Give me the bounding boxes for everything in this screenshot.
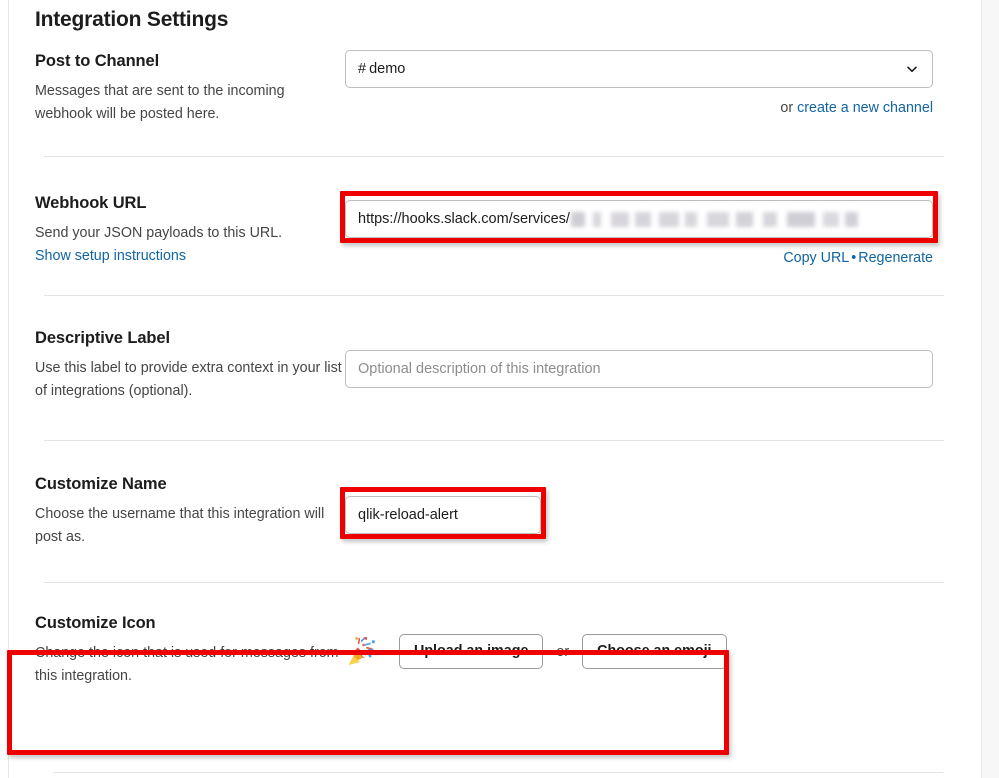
webhook-url-input[interactable]: https://hooks.slack.com/services/ (345, 200, 933, 238)
hash-icon: # (358, 61, 367, 77)
customize-name-description: Choose the username that this integratio… (35, 506, 325, 545)
descriptive-label-placeholder: Optional description of this integration (358, 361, 601, 377)
descriptive-label-text: Descriptive Label Use this label to prov… (35, 325, 345, 403)
customize-icon-title: Customize Icon (35, 614, 156, 632)
chevron-down-icon (907, 66, 917, 73)
integration-settings-page: Integration Settings Post to Channel Mes… (0, 0, 999, 778)
left-edge-rail (0, 0, 9, 778)
webhook-url-actions: Copy URL • Regenerate (345, 247, 933, 270)
upload-an-image-button[interactable]: Upload an image (399, 634, 544, 669)
section-post-to-channel: Post to Channel Messages that are sent t… (35, 48, 953, 126)
customize-name-controls: qlik-reload-alert (340, 471, 953, 539)
section-descriptive-label: Descriptive Label Use this label to prov… (35, 325, 953, 403)
section-customize-icon: Customize Icon Change the icon that is u… (35, 610, 953, 688)
divider-4 (44, 582, 944, 583)
post-to-channel-description: Messages that are sent to the incoming w… (35, 83, 285, 122)
descriptive-label-controls: Optional description of this integration (345, 325, 953, 388)
create-channel-row: or create a new channel (345, 97, 933, 120)
create-channel-or: or (780, 100, 798, 116)
post-to-channel-text: Post to Channel Messages that are sent t… (35, 48, 345, 126)
webhook-url-controls: https://hooks.slack.com/services/ Copy U… (340, 190, 953, 270)
channel-select[interactable]: # demo (345, 50, 933, 88)
channel-select-value: demo (369, 61, 406, 77)
action-separator: • (851, 250, 857, 266)
party-popper-emoji-icon (348, 636, 377, 665)
post-to-channel-controls: # demo or create a new channel (345, 48, 953, 120)
customize-name-value: qlik-reload-alert (358, 507, 458, 523)
customize-icon-controls: Upload an image or Choose an emoji (345, 610, 953, 669)
customize-icon-description: Change the icon that is used for message… (35, 645, 339, 684)
divider-5 (53, 772, 943, 773)
redacted-token-blur (570, 211, 858, 227)
regenerate-link[interactable]: Regenerate (858, 250, 933, 266)
divider-2 (44, 295, 944, 296)
post-to-channel-title: Post to Channel (35, 52, 160, 70)
customize-name-title: Customize Name (35, 475, 167, 493)
webhook-url-description: Send your JSON payloads to this URL. (35, 225, 283, 241)
webhook-url-value: https://hooks.slack.com/services/ (358, 211, 570, 227)
descriptive-label-input[interactable]: Optional description of this integration (345, 350, 933, 388)
divider-3 (44, 440, 944, 441)
page-title: Integration Settings (35, 8, 229, 31)
customize-name-text: Customize Name Choose the username that … (35, 471, 345, 549)
vertical-scrollbar[interactable] (981, 0, 999, 778)
show-setup-instructions-link[interactable]: Show setup instructions (35, 248, 186, 264)
descriptive-label-title: Descriptive Label (35, 329, 170, 347)
create-new-channel-link[interactable]: create a new channel (797, 100, 933, 116)
divider-1 (44, 156, 944, 157)
customize-icon-text: Customize Icon Change the icon that is u… (35, 610, 345, 688)
section-customize-name: Customize Name Choose the username that … (35, 471, 953, 549)
webhook-url-text: Webhook URL Send your JSON payloads to t… (35, 190, 345, 268)
icon-actions-row: Upload an image or Choose an emoji (345, 634, 953, 669)
section-webhook-url: Webhook URL Send your JSON payloads to t… (35, 190, 953, 270)
copy-url-link[interactable]: Copy URL (783, 250, 849, 266)
webhook-url-title: Webhook URL (35, 194, 147, 212)
settings-content: Integration Settings Post to Channel Mes… (7, 0, 981, 778)
customize-name-input[interactable]: qlik-reload-alert (345, 496, 541, 534)
descriptive-label-description: Use this label to provide extra context … (35, 360, 342, 399)
choose-an-emoji-button[interactable]: Choose an emoji (582, 634, 727, 669)
icon-or-label: or (556, 643, 570, 660)
